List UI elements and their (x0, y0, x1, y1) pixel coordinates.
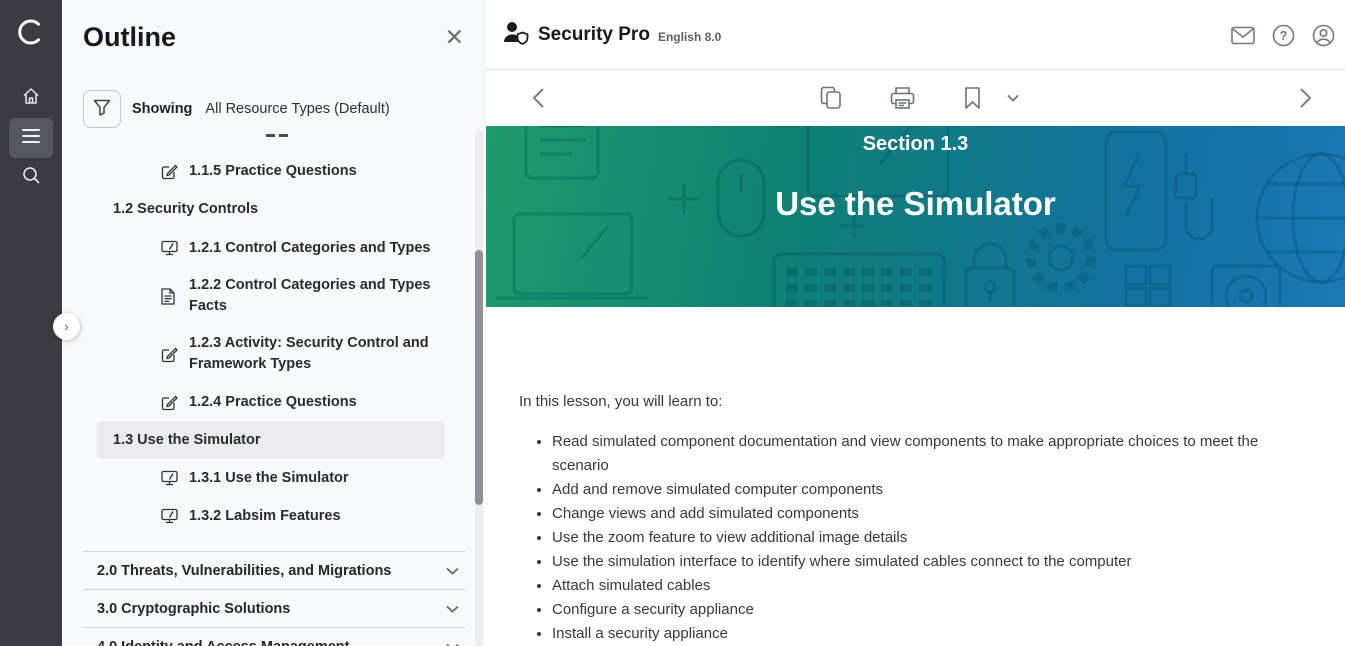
clipped-row-fragment (62, 133, 486, 152)
section-label: 3.0 Cryptographic Solutions (97, 601, 290, 617)
header-actions: ? (1231, 0, 1335, 70)
outline-item[interactable]: 1.2.4 Practice Questions (62, 383, 486, 421)
outline-item[interactable]: 1.1.5 Practice Questions (62, 152, 486, 190)
chevron-down-icon (446, 601, 459, 617)
outline-item-label: 1.3.1 Use the Simulator (189, 468, 349, 489)
home-button[interactable] (9, 78, 53, 118)
panel-title: Outline (83, 22, 176, 53)
section-collapsed[interactable]: 4.0 Identity and Access Management (83, 627, 465, 646)
menu-icon (22, 129, 40, 148)
outline-item[interactable]: 1.2.2 Control Categories and Types Facts (62, 267, 486, 325)
practice-icon (161, 394, 178, 411)
banner-title: Use the Simulator (486, 185, 1345, 223)
outline-item[interactable]: 1.3.1 Use the Simulator (62, 459, 486, 497)
filter-row: Showing All Resource Types (Default) (83, 90, 390, 128)
video-icon (161, 508, 178, 524)
course-title: Security Pro (538, 24, 650, 46)
filter-value: All Resource Types (Default) (205, 101, 389, 117)
search-icon (22, 166, 41, 190)
course-brand: Security Pro English 8.0 (502, 0, 721, 70)
showing-label: Showing (132, 101, 192, 117)
lesson-bullet: Add and remove simulated computer compon… (552, 478, 1277, 502)
outline-panel: Outline ✕ Showing All Resource Types (De… (62, 0, 486, 646)
previous-page-icon[interactable] (532, 87, 545, 109)
course-subtitle: English 8.0 (658, 30, 721, 44)
section-label: 4.0 Identity and Access Management (97, 639, 350, 646)
chevron-down-icon (446, 639, 459, 646)
help-icon[interactable]: ? (1272, 24, 1295, 47)
lesson-bullet: Install a security appliance (552, 622, 1277, 646)
chevron-down-icon (446, 563, 459, 579)
course-header: Security Pro English 8.0 ? (486, 0, 1345, 70)
lesson-content: In this lesson, you will learn to: Read … (486, 307, 1345, 646)
outline-item-label: 1.2.1 Control Categories and Types (189, 238, 430, 259)
lesson-bullet: Attach simulated cables (552, 574, 1277, 598)
account-icon[interactable] (1312, 24, 1335, 47)
section-collapsed[interactable]: 3.0 Cryptographic Solutions (83, 589, 465, 627)
bookmark-icon[interactable] (964, 87, 981, 110)
practice-icon (161, 346, 178, 363)
practice-icon (161, 163, 178, 180)
outline-item-label: 1.3 Use the Simulator (113, 430, 260, 451)
search-button[interactable] (9, 158, 53, 198)
video-icon (161, 470, 178, 486)
lesson-bullet: Use the simulation interface to identify… (552, 550, 1277, 574)
outline-item-label: 1.1.5 Practice Questions (189, 161, 357, 182)
lesson-intro: In this lesson, you will learn to: (519, 391, 1305, 413)
outline-item-label: 1.2.3 Activity: Security Control and Fra… (189, 333, 451, 375)
banner-section-number: Section 1.3 (486, 133, 1345, 156)
next-page-icon[interactable] (1299, 87, 1312, 109)
video-icon (161, 240, 178, 256)
security-person-icon (502, 20, 529, 50)
outline-item-selected[interactable]: 1.3 Use the Simulator (97, 421, 445, 459)
lesson-objectives-list: Read simulated component documentation a… (519, 430, 1277, 646)
lesson-bullet: Change views and add simulated component… (552, 502, 1277, 526)
outline-item-label: 1.3.2 Labsim Features (189, 506, 341, 527)
outline-item-label: 1.2.4 Practice Questions (189, 392, 357, 413)
outline-item[interactable]: 1.2 Security Controls (62, 190, 486, 229)
outline-item[interactable]: 1.3.2 Labsim Features (62, 497, 486, 535)
bookmark-menu-chevron-icon[interactable] (1007, 94, 1019, 102)
outline-item-label: 1.2.2 Control Categories and Types Facts (189, 275, 451, 317)
lesson-bullet: Use the zoom feature to view additional … (552, 526, 1277, 550)
print-icon[interactable] (890, 87, 915, 110)
section-label: 2.0 Threats, Vulnerabilities, and Migrat… (97, 563, 391, 579)
home-icon (21, 86, 41, 111)
panel-expander-button[interactable]: › (53, 313, 80, 340)
outline-item[interactable]: 1.2.1 Control Categories and Types (62, 229, 486, 267)
mail-icon[interactable] (1231, 26, 1255, 45)
outline-scrollbar-thumb[interactable] (475, 250, 483, 505)
close-icon[interactable]: ✕ (445, 26, 464, 49)
section-collapsed[interactable]: 2.0 Threats, Vulnerabilities, and Migrat… (83, 551, 465, 589)
lesson-bullet: Read simulated component documentation a… (552, 430, 1277, 478)
filter-button[interactable] (83, 90, 121, 128)
outline-menu-button[interactable] (9, 118, 53, 158)
outline-list: 1.1.5 Practice Questions 1.2 Security Co… (62, 133, 486, 646)
lesson-bullet: Configure a security appliance (552, 598, 1277, 622)
outline-item[interactable]: 1.2.3 Activity: Security Control and Fra… (62, 325, 486, 383)
funnel-icon (93, 99, 111, 119)
section-banner: Section 1.3 Use the Simulator (486, 126, 1345, 307)
fact-icon (161, 288, 178, 305)
lesson-toolbar (486, 70, 1345, 126)
outline-item-label: 1.2 Security Controls (113, 199, 258, 220)
brand-logo-icon[interactable] (16, 17, 46, 52)
svg-text:?: ? (1280, 29, 1288, 43)
main-area: Security Pro English 8.0 ? (486, 0, 1345, 646)
copy-icon[interactable] (820, 86, 842, 110)
